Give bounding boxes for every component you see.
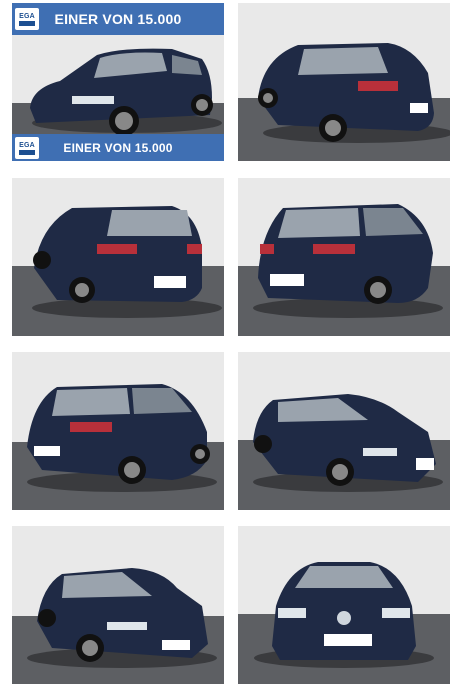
photo-tile-3[interactable] <box>12 178 224 336</box>
car-photo <box>238 178 450 336</box>
photo-tile-6[interactable] <box>238 352 450 510</box>
photo-tile-2[interactable] <box>238 3 450 161</box>
photo-tile-8[interactable] <box>238 526 450 684</box>
photo-tile-1[interactable]: EGA EINER VON 15.000 EGA EINER VON 15.00… <box>12 3 224 161</box>
car-photo <box>238 526 450 684</box>
car-photo <box>12 352 224 510</box>
car-photo <box>238 3 450 161</box>
ega-logo: EGA <box>15 137 39 159</box>
promo-banner-bottom: EGA EINER VON 15.000 <box>12 134 224 161</box>
banner-text: EINER VON 15.000 <box>54 11 182 27</box>
car-photo <box>238 352 450 510</box>
photo-tile-7[interactable] <box>12 526 224 684</box>
car-photo <box>12 526 224 684</box>
banner-text: EINER VON 15.000 <box>63 140 173 155</box>
photo-tile-5[interactable] <box>12 352 224 510</box>
car-photo <box>12 178 224 336</box>
promo-banner-top: EGA EINER VON 15.000 <box>12 3 224 35</box>
photo-tile-4[interactable] <box>238 178 450 336</box>
ega-logo: EGA <box>15 8 39 30</box>
